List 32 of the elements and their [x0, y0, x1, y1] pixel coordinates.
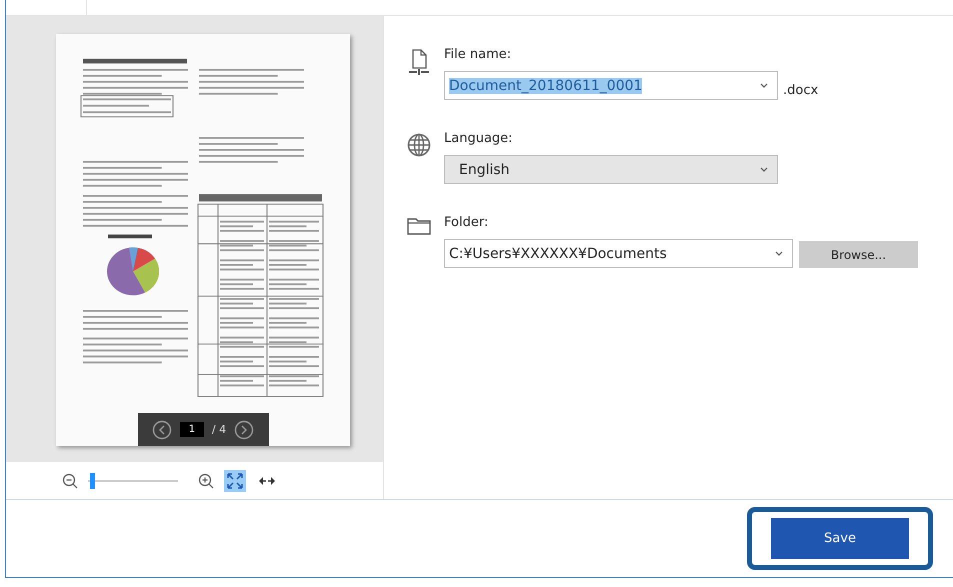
field-label: Folder:	[444, 214, 490, 232]
slider-thumb[interactable]	[90, 472, 96, 488]
zoom-out-button[interactable]	[62, 472, 78, 488]
chevron-down-icon	[774, 250, 784, 257]
folder-dropdown[interactable]: C:¥Users¥XXXXXX¥Documents	[444, 239, 793, 268]
filename-dropdown[interactable]: Document_20180611_0001	[444, 71, 778, 100]
chevron-right-icon	[234, 420, 254, 440]
file-extension: .docx	[783, 83, 818, 98]
language-text: English	[459, 162, 510, 178]
globe-icon	[407, 133, 431, 157]
zoom-in-icon	[198, 472, 214, 488]
expand-arrows-icon	[226, 472, 244, 490]
zoom-out-icon	[62, 472, 78, 488]
chevron-left-icon	[152, 420, 172, 440]
language-dropdown[interactable]: English	[444, 155, 778, 184]
field-label: File name:	[444, 46, 512, 64]
page-total: / 4	[212, 423, 226, 436]
chevron-down-icon	[759, 166, 769, 173]
filename-text: Document_20180611_0001	[449, 78, 642, 94]
page-number-field[interactable]: 1	[180, 422, 204, 437]
horizontal-arrows-icon	[258, 476, 276, 486]
chevron-down-icon	[759, 82, 769, 89]
save-button[interactable]: Save	[771, 518, 909, 559]
next-page-button[interactable]	[234, 420, 254, 440]
document-icon	[408, 49, 430, 75]
browse-button[interactable]: Browse...	[799, 241, 918, 268]
previous-page-button[interactable]	[152, 420, 172, 440]
field-label: Language:	[444, 130, 514, 148]
zoom-in-button[interactable]	[198, 472, 214, 488]
folder-path-text: C:¥Users¥XXXXXX¥Documents	[449, 246, 667, 262]
fit-page-button[interactable]	[224, 470, 246, 492]
folder-icon	[407, 217, 431, 235]
